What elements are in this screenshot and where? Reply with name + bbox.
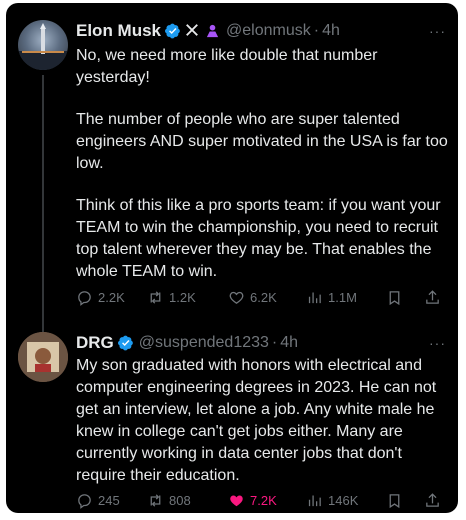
- share-icon: [426, 493, 439, 507]
- like-count: 6.2K: [250, 290, 277, 305]
- action-bar: 2.2K 1.2K 6.2K 1.1M: [76, 289, 448, 306]
- verified-badge-icon: [117, 335, 134, 351]
- separator: ·: [271, 334, 278, 351]
- tweet-text: No, we need more like double that number…: [76, 45, 448, 283]
- affiliate-icon: [205, 23, 221, 39]
- like-icon: [229, 291, 244, 304]
- tweet-text: My son graduated with honors with electr…: [76, 355, 448, 487]
- repost-button[interactable]: 1.2K: [147, 289, 228, 306]
- avatar[interactable]: [18, 20, 68, 70]
- share-button[interactable]: [424, 289, 441, 306]
- views-icon: [308, 292, 321, 304]
- like-button[interactable]: 7.2K: [228, 492, 306, 509]
- tweet-elonmusk[interactable]: Elon Musk @elonmusk · 4h ··· No, we need…: [6, 3, 458, 337]
- action-bar: 245 808 7.2K 146K: [76, 492, 448, 509]
- tweet-paragraph: Think of this like a pro sports team: if…: [76, 197, 441, 280]
- author-name[interactable]: Elon Musk: [76, 21, 161, 41]
- author-handle[interactable]: @elonmusk: [226, 22, 311, 40]
- reply-icon: [78, 494, 91, 509]
- tweet-header: DRG @suspended1233 · 4h: [76, 333, 298, 353]
- like-icon: [230, 495, 243, 507]
- repost-count: 1.2K: [169, 290, 196, 305]
- tweet-paragraph: The number of people who are super talen…: [76, 111, 448, 172]
- view-count: 146K: [328, 493, 359, 508]
- bookmark-icon: [389, 494, 400, 509]
- x-logo-icon: [185, 23, 201, 39]
- thread-connector-line: [42, 75, 44, 337]
- verified-badge-icon: [165, 23, 181, 39]
- timestamp[interactable]: 4h: [322, 22, 340, 40]
- views-icon: [308, 495, 321, 507]
- reply-count: 2.2K: [98, 290, 125, 305]
- bookmark-button[interactable]: [386, 289, 424, 306]
- reply-icon: [78, 291, 91, 306]
- views-button[interactable]: 146K: [306, 492, 386, 509]
- bookmark-icon: [389, 291, 400, 306]
- repost-button[interactable]: 808: [147, 492, 228, 509]
- repost-icon: [150, 494, 161, 507]
- views-button[interactable]: 1.1M: [306, 289, 386, 306]
- view-count: 1.1M: [328, 290, 357, 305]
- more-icon[interactable]: ···: [429, 23, 446, 39]
- reply-button[interactable]: 2.2K: [76, 289, 147, 306]
- tweet-drg[interactable]: DRG @suspended1233 · 4h ··· My son gradu…: [6, 319, 458, 513]
- separator: ·: [313, 22, 320, 39]
- like-button[interactable]: 6.2K: [228, 289, 306, 306]
- tweet-paragraph: No, we need more like double that number…: [76, 47, 378, 86]
- tweet-paragraph: My son graduated with honors with electr…: [76, 357, 437, 484]
- repost-icon: [150, 291, 161, 304]
- more-icon[interactable]: ···: [429, 335, 446, 351]
- timestamp[interactable]: 4h: [280, 334, 298, 352]
- share-button[interactable]: [424, 492, 441, 509]
- reply-count: 245: [98, 493, 120, 508]
- avatar[interactable]: [18, 332, 68, 382]
- share-icon: [426, 290, 439, 304]
- tweet-header: Elon Musk @elonmusk · 4h: [76, 21, 340, 41]
- reply-button[interactable]: 245: [76, 492, 147, 509]
- repost-count: 808: [169, 493, 191, 508]
- author-handle[interactable]: @suspended1233: [139, 334, 269, 352]
- tweet-thread: Elon Musk @elonmusk · 4h ··· No, we need…: [6, 3, 458, 513]
- bookmark-button[interactable]: [386, 492, 424, 509]
- like-count: 7.2K: [250, 493, 277, 508]
- author-name[interactable]: DRG: [76, 333, 114, 353]
